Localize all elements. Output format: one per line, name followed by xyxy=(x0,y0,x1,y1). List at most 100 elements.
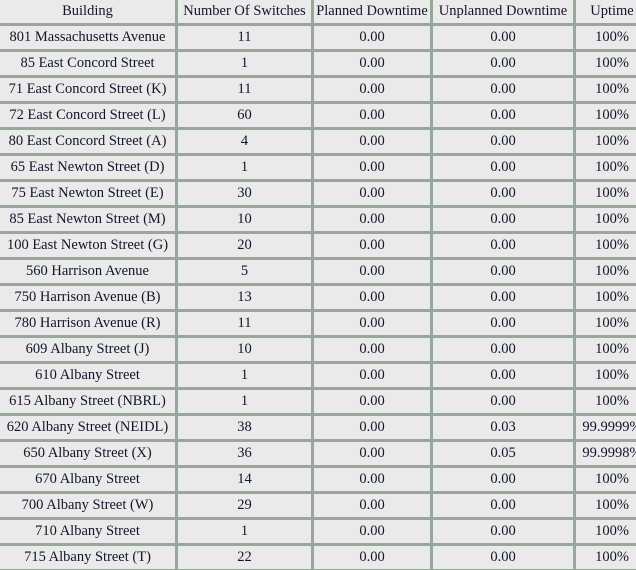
cell-unplanned: 0.00 xyxy=(433,156,573,179)
cell-unplanned: 0.00 xyxy=(433,494,573,517)
table-row[interactable]: 615 Albany Street (NBRL) 1 0.00 0.00 100% xyxy=(0,390,636,413)
table-row[interactable]: 801 Massachusetts Avenue 11 0.00 0.00 100% xyxy=(0,26,636,49)
table-row[interactable]: 65 East Newton Street (D) 1 0.00 0.00 100% xyxy=(0,156,636,179)
table-row[interactable]: 710 Albany Street 1 0.00 0.00 100% xyxy=(0,520,636,543)
cell-building: 715 Albany Street (T) xyxy=(0,546,175,569)
cell-uptime: 100% xyxy=(576,468,636,491)
table-row[interactable]: 100 East Newton Street (G) 20 0.00 0.00 100% xyxy=(0,234,636,257)
cell-planned: 0.00 xyxy=(314,494,430,517)
column-header-building[interactable]: Building xyxy=(0,0,175,23)
table-row[interactable]: 85 East Newton Street (M) 10 0.00 0.00 100% xyxy=(0,208,636,231)
cell-switches: 1 xyxy=(178,390,311,413)
table-row[interactable]: 560 Harrison Avenue 5 0.00 0.00 100% xyxy=(0,260,636,283)
cell-unplanned: 0.00 xyxy=(433,130,573,153)
cell-unplanned: 0.00 xyxy=(433,338,573,361)
table-header: Building Number Of Switches Planned Down… xyxy=(0,0,636,23)
cell-switches: 20 xyxy=(178,234,311,257)
cell-building: 65 East Newton Street (D) xyxy=(0,156,175,179)
cell-planned: 0.00 xyxy=(314,416,430,439)
cell-unplanned: 0.00 xyxy=(433,468,573,491)
cell-building: 71 East Concord Street (K) xyxy=(0,78,175,101)
cell-uptime: 100% xyxy=(576,286,636,309)
cell-uptime: 100% xyxy=(576,156,636,179)
cell-switches: 13 xyxy=(178,286,311,309)
cell-planned: 0.00 xyxy=(314,442,430,465)
cell-building: 610 Albany Street xyxy=(0,364,175,387)
column-header-uptime[interactable]: Uptime xyxy=(576,0,636,23)
cell-switches: 36 xyxy=(178,442,311,465)
cell-building: 609 Albany Street (J) xyxy=(0,338,175,361)
table-body: 801 Massachusetts Avenue 11 0.00 0.00 100% 85… xyxy=(0,26,636,570)
cell-switches: 38 xyxy=(178,416,311,439)
table-row[interactable]: 609 Albany Street (J) 10 0.00 0.00 100% xyxy=(0,338,636,361)
building-uptime-table: Building Number Of Switches Planned Down… xyxy=(0,0,636,570)
cell-building: 72 East Concord Street (L) xyxy=(0,104,175,127)
cell-switches: 29 xyxy=(178,494,311,517)
cell-unplanned-alert: 0.05 xyxy=(433,442,573,465)
cell-unplanned: 0.00 xyxy=(433,78,573,101)
table-row[interactable]: 72 East Concord Street (L) 60 0.00 0.00 100% xyxy=(0,104,636,127)
cell-planned: 0.00 xyxy=(314,520,430,543)
cell-uptime-alert: 99.9999% xyxy=(576,416,636,439)
cell-switches: 4 xyxy=(178,130,311,153)
cell-planned: 0.00 xyxy=(314,182,430,205)
cell-unplanned: 0.00 xyxy=(433,52,573,75)
table-row[interactable]: 80 East Concord Street (A) 4 0.00 0.00 100% xyxy=(0,130,636,153)
table-row[interactable]: 780 Harrison Avenue (R) 11 0.00 0.00 100% xyxy=(0,312,636,335)
table-row[interactable]: 750 Harrison Avenue (B) 13 0.00 0.00 100% xyxy=(0,286,636,309)
table-row[interactable]: 700 Albany Street (W) 29 0.00 0.00 100% xyxy=(0,494,636,517)
table-row[interactable]: 620 Albany Street (NEIDL) 38 0.00 0.03 99.99… xyxy=(0,416,636,439)
cell-planned: 0.00 xyxy=(314,104,430,127)
column-header-planned-downtime[interactable]: Planned Downtime xyxy=(314,0,430,23)
cell-uptime: 100% xyxy=(576,520,636,543)
table-row[interactable]: 715 Albany Street (T) 22 0.00 0.00 100% xyxy=(0,546,636,569)
cell-uptime: 100% xyxy=(576,104,636,127)
column-header-switches[interactable]: Number Of Switches xyxy=(178,0,311,23)
cell-planned: 0.00 xyxy=(314,78,430,101)
cell-planned: 0.00 xyxy=(314,390,430,413)
cell-switches: 1 xyxy=(178,52,311,75)
cell-building: 650 Albany Street (X) xyxy=(0,442,175,465)
cell-uptime-alert: 99.9998% xyxy=(576,442,636,465)
cell-unplanned: 0.00 xyxy=(433,26,573,49)
table-row[interactable]: 71 East Concord Street (K) 11 0.00 0.00 100% xyxy=(0,78,636,101)
cell-switches: 1 xyxy=(178,364,311,387)
cell-switches: 11 xyxy=(178,26,311,49)
table-row[interactable]: 650 Albany Street (X) 36 0.00 0.05 99.9998% xyxy=(0,442,636,465)
cell-building: 560 Harrison Avenue xyxy=(0,260,175,283)
cell-unplanned: 0.00 xyxy=(433,546,573,569)
cell-uptime: 100% xyxy=(576,390,636,413)
cell-planned: 0.00 xyxy=(314,260,430,283)
cell-planned: 0.00 xyxy=(314,312,430,335)
cell-switches: 14 xyxy=(178,468,311,491)
cell-building: 85 East Concord Street xyxy=(0,52,175,75)
table-row[interactable]: 75 East Newton Street (E) 30 0.00 0.00 100% xyxy=(0,182,636,205)
cell-switches: 1 xyxy=(178,156,311,179)
cell-uptime: 100% xyxy=(576,260,636,283)
cell-uptime: 100% xyxy=(576,208,636,231)
cell-uptime: 100% xyxy=(576,78,636,101)
table-header-row: Building Number Of Switches Planned Down… xyxy=(0,0,636,23)
cell-uptime: 100% xyxy=(576,26,636,49)
cell-unplanned: 0.00 xyxy=(433,234,573,257)
column-header-unplanned-downtime[interactable]: Unplanned Downtime xyxy=(433,0,573,23)
cell-planned: 0.00 xyxy=(314,468,430,491)
table-row[interactable]: 670 Albany Street 14 0.00 0.00 100% xyxy=(0,468,636,491)
cell-uptime: 100% xyxy=(576,52,636,75)
cell-uptime: 100% xyxy=(576,546,636,569)
cell-switches: 11 xyxy=(178,78,311,101)
cell-building: 700 Albany Street (W) xyxy=(0,494,175,517)
cell-building: 750 Harrison Avenue (B) xyxy=(0,286,175,309)
uptime-table-container: Building Number Of Switches Planned Down… xyxy=(0,0,636,570)
cell-building: 780 Harrison Avenue (R) xyxy=(0,312,175,335)
cell-planned: 0.00 xyxy=(314,286,430,309)
cell-switches: 11 xyxy=(178,312,311,335)
cell-building: 670 Albany Street xyxy=(0,468,175,491)
cell-switches: 30 xyxy=(178,182,311,205)
table-row[interactable]: 85 East Concord Street 1 0.00 0.00 100% xyxy=(0,52,636,75)
table-row[interactable]: 610 Albany Street 1 0.00 0.00 100% xyxy=(0,364,636,387)
cell-uptime: 100% xyxy=(576,312,636,335)
cell-uptime: 100% xyxy=(576,234,636,257)
cell-uptime: 100% xyxy=(576,338,636,361)
cell-switches: 60 xyxy=(178,104,311,127)
